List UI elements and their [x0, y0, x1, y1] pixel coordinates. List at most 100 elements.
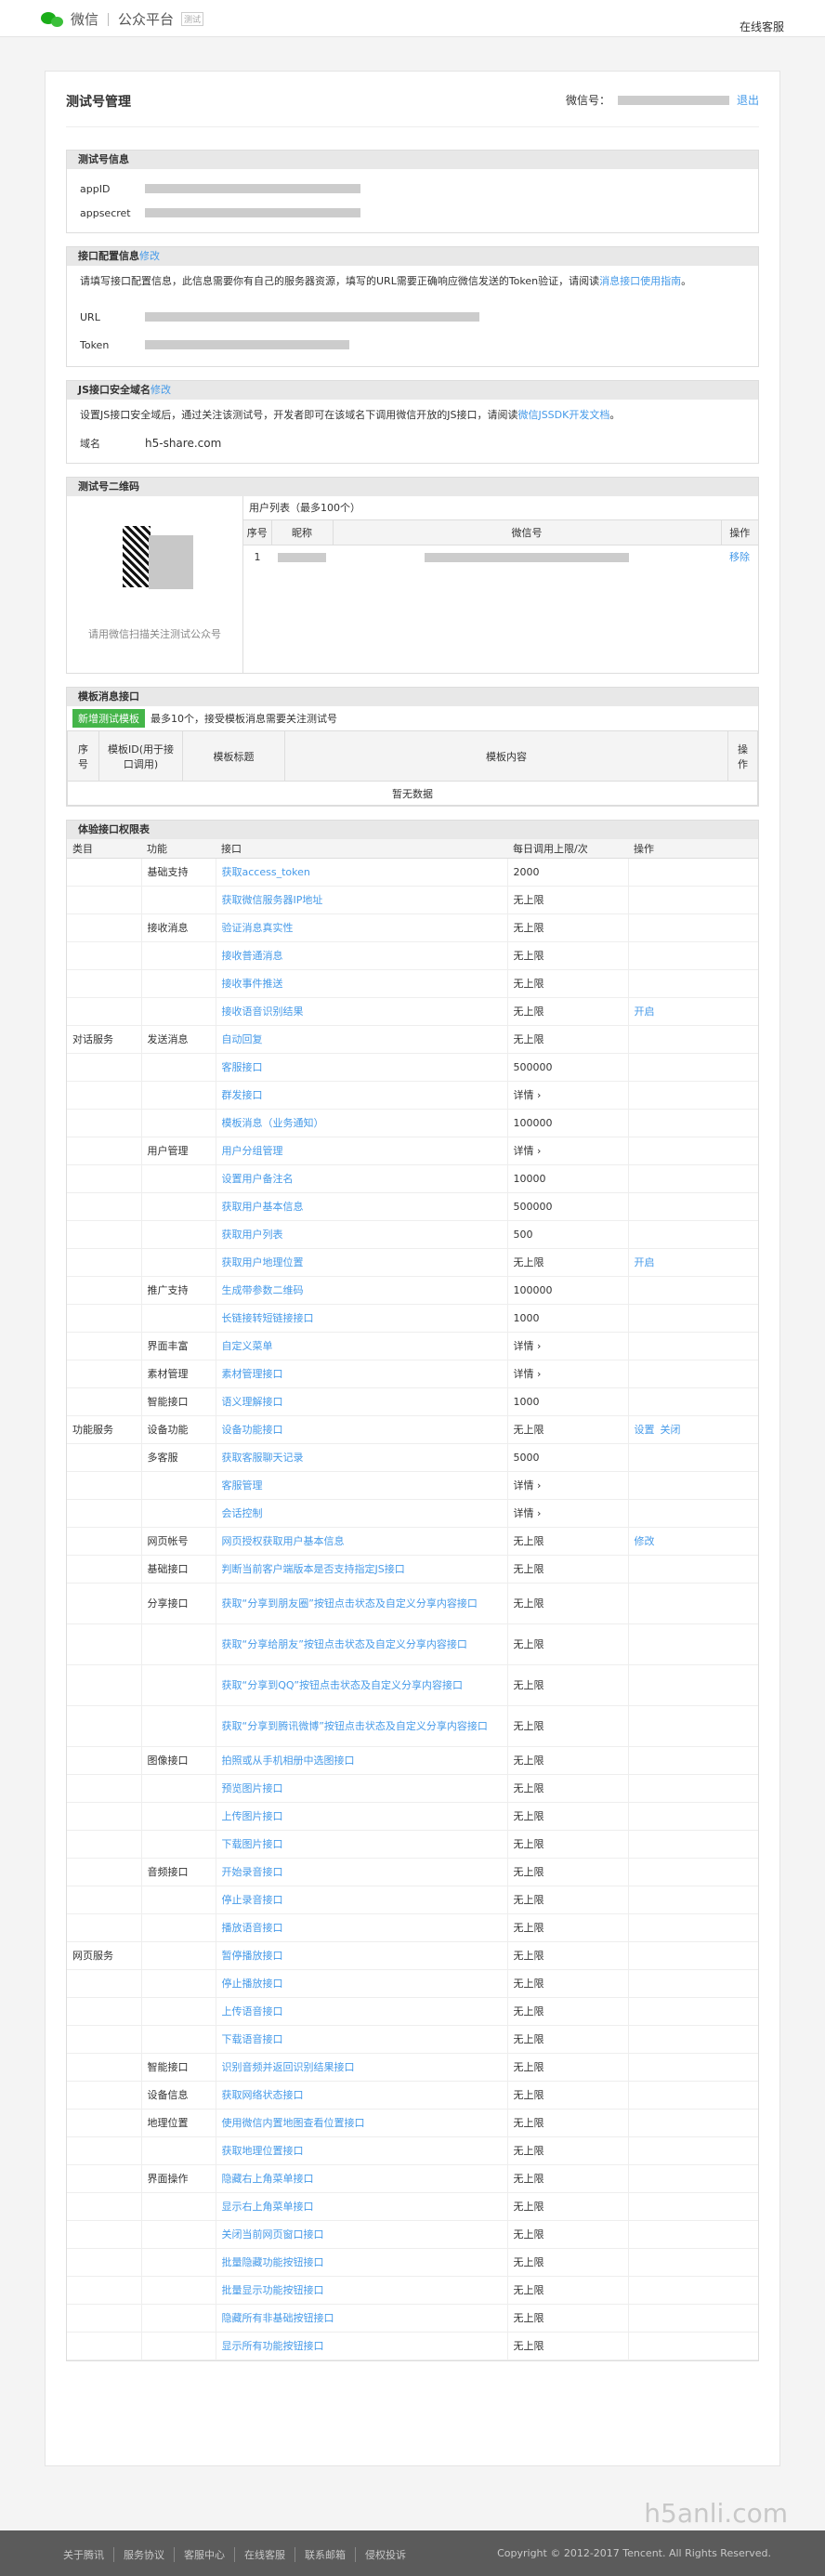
table-row: 获取地理位置接口 无上限 [67, 2136, 758, 2165]
interface-doc-link[interactable]: 显示所有功能按钮接口 [222, 2340, 324, 2352]
footer-link[interactable]: 联系邮箱 [295, 2547, 356, 2562]
permission-op-link[interactable]: 开启 [635, 1005, 655, 1018]
edit-link[interactable]: 修改 [139, 250, 160, 262]
interface-doc-link[interactable]: 生成带参数二维码 [222, 1284, 304, 1296]
interface-doc-link[interactable]: 素材管理接口 [222, 1368, 283, 1380]
interface-doc-link[interactable]: 获取地理位置接口 [222, 2145, 304, 2157]
test-account-section: 测试号信息 appID appsecret [66, 150, 759, 233]
interface-doc-link[interactable]: 验证消息真实性 [222, 922, 294, 934]
remove-user-link[interactable]: 移除 [729, 551, 750, 563]
interface-doc-link[interactable]: 获取“分享给朋友”按钮点击状态及自定义分享内容接口 [222, 1638, 467, 1650]
online-help-link[interactable]: 在线客服 [740, 19, 784, 34]
interface-doc-link[interactable]: 上传语音接口 [222, 2005, 283, 2017]
permission-interface: 长链接转短链接接口 [216, 1304, 508, 1333]
interface-doc-link[interactable]: 显示右上角菜单接口 [222, 2201, 314, 2213]
interface-doc-link[interactable]: 停止播放接口 [222, 1978, 283, 1990]
interface-doc-link[interactable]: 批量显示功能按钮接口 [222, 2284, 324, 2296]
interface-doc-link[interactable]: 设置用户备注名 [222, 1173, 294, 1185]
interface-doc-link[interactable]: 模板消息（业务通知） [222, 1117, 324, 1129]
jssdk-doc-link[interactable]: 微信JSSDK开发文档 [517, 409, 609, 421]
interface-doc-link[interactable]: 用户分组管理 [222, 1145, 283, 1157]
interface-doc-link[interactable]: 接收语音识别结果 [222, 1005, 304, 1018]
permission-limit: 无上限 [507, 941, 629, 970]
permission-interface: 关闭当前网页窗口接口 [216, 2220, 508, 2249]
interface-doc-link[interactable]: 客服接口 [222, 1061, 263, 1073]
interface-doc-link[interactable]: 获取用户列表 [222, 1229, 283, 1241]
table-row: 批量隐藏功能按钮接口 无上限 [67, 2248, 758, 2277]
permission-ops [628, 858, 758, 887]
interface-doc-link[interactable]: 批量隐藏功能按钮接口 [222, 2256, 324, 2268]
interface-doc-link[interactable]: 停止录音接口 [222, 1894, 283, 1906]
interface-doc-link[interactable]: 客服管理 [222, 1479, 263, 1492]
table-row: 网页服务 暂停播放接口 无上限 [67, 1941, 758, 1970]
interface-doc-link[interactable]: 自动回复 [222, 1033, 263, 1045]
interface-doc-link[interactable]: 语义理解接口 [222, 1396, 283, 1408]
permission-op-link[interactable]: 开启 [635, 1256, 655, 1268]
interface-doc-link[interactable]: 播放语音接口 [222, 1922, 283, 1934]
footer-link[interactable]: 侵权投诉 [356, 2547, 415, 2562]
guide-link[interactable]: 消息接口使用指南 [599, 275, 681, 287]
interface-doc-link[interactable]: 识别音频并返回识别结果接口 [222, 2061, 355, 2073]
interface-doc-link[interactable]: 使用微信内置地图查看位置接口 [222, 2117, 365, 2129]
interface-doc-link[interactable]: 会话控制 [222, 1507, 263, 1519]
footer-link[interactable]: 关于腾讯 [54, 2547, 114, 2562]
table-row: 模板消息（业务通知） 100000 [67, 1109, 758, 1137]
interface-doc-link[interactable]: 预览图片接口 [222, 1782, 283, 1794]
permission-interface: 识别音频并返回识别结果接口 [216, 2053, 508, 2082]
permission-ops [628, 2220, 758, 2249]
interface-doc-link[interactable]: 隐藏右上角菜单接口 [222, 2173, 314, 2185]
permission-function [141, 1081, 216, 1110]
permission-limit: 100000 [507, 1109, 629, 1137]
interface-doc-link[interactable]: 下载语音接口 [222, 2033, 283, 2045]
interface-doc-link[interactable]: 开始录音接口 [222, 1866, 283, 1878]
new-template-button[interactable]: 新增测试模板 [72, 709, 145, 728]
interface-doc-link[interactable]: 获取微信服务器IP地址 [222, 894, 323, 906]
permission-interface: 上传图片接口 [216, 1802, 508, 1831]
interface-doc-link[interactable]: 判断当前客户端版本是否支持指定JS接口 [222, 1563, 405, 1575]
edit-link[interactable]: 修改 [151, 384, 171, 396]
permission-function: 推广支持 [141, 1276, 216, 1305]
permission-category [67, 969, 142, 998]
domain-value: h5-share.com [145, 437, 222, 450]
interface-doc-link[interactable]: 获取网络状态接口 [222, 2089, 304, 2101]
logout-link[interactable]: 退出 [737, 92, 759, 108]
permission-ops [628, 2276, 758, 2305]
interface-doc-link[interactable]: 获取用户地理位置 [222, 1256, 304, 1268]
interface-doc-link[interactable]: 暂停播放接口 [222, 1950, 283, 1962]
footer-link[interactable]: 在线客服 [235, 2547, 295, 2562]
interface-doc-link[interactable]: 获取“分享到腾讯微博”按钮点击状态及自定义分享内容接口 [222, 1720, 488, 1732]
interface-doc-link[interactable]: 上传图片接口 [222, 1810, 283, 1822]
permission-op-link[interactable]: 设置 [635, 1424, 655, 1436]
interface-doc-link[interactable]: 自定义菜单 [222, 1340, 273, 1352]
interface-doc-link[interactable]: 获取客服聊天记录 [222, 1452, 304, 1464]
permission-op-link[interactable]: 关闭 [661, 1424, 681, 1436]
permission-op-link[interactable]: 修改 [635, 1535, 655, 1547]
interface-doc-link[interactable]: 获取用户基本信息 [222, 1201, 304, 1213]
permission-interface: 拍照或从手机相册中选图接口 [216, 1746, 508, 1775]
interface-doc-link[interactable]: 下载图片接口 [222, 1838, 283, 1850]
permission-function: 地理位置 [141, 2109, 216, 2137]
interface-doc-link[interactable]: 网页授权获取用户基本信息 [222, 1535, 345, 1547]
interface-doc-link[interactable]: 获取“分享到朋友圈”按钮点击状态及自定义分享内容接口 [222, 1597, 478, 1610]
interface-doc-link[interactable]: 获取access_token [222, 866, 310, 878]
permission-interface: 使用微信内置地图查看位置接口 [216, 2109, 508, 2137]
interface-doc-link[interactable]: 设备功能接口 [222, 1424, 283, 1436]
permission-limit: 详情 › [507, 1499, 629, 1528]
footer-link[interactable]: 客服中心 [175, 2547, 235, 2562]
permission-function: 基础支持 [141, 858, 216, 887]
interface-doc-link[interactable]: 接收事件推送 [222, 978, 283, 990]
wechat-logo[interactable]: 微信 公众平台 测试 [41, 9, 204, 29]
interface-doc-link[interactable]: 长链接转短链接接口 [222, 1312, 314, 1324]
footer-link[interactable]: 服务协议 [114, 2547, 175, 2562]
main-panel: 测试号管理 微信号： 退出 测试号信息 appID appsecret 接口配置… [45, 71, 780, 2466]
table-row: 播放语音接口 无上限 [67, 1913, 758, 1942]
interface-doc-link[interactable]: 接收普通消息 [222, 950, 283, 962]
interface-doc-link[interactable]: 获取“分享到QQ”按钮点击状态及自定义分享内容接口 [222, 1679, 464, 1691]
interface-doc-link[interactable]: 关闭当前网页窗口接口 [222, 2228, 324, 2241]
permission-category [67, 1527, 142, 1556]
interface-doc-link[interactable]: 拍照或从手机相册中选图接口 [222, 1755, 355, 1767]
permission-category [67, 1499, 142, 1528]
interface-doc-link[interactable]: 隐藏所有非基础按钮接口 [222, 2312, 334, 2324]
interface-doc-link[interactable]: 群发接口 [222, 1089, 263, 1101]
table-row: 多客服 获取客服聊天记录 5000 [67, 1443, 758, 1472]
